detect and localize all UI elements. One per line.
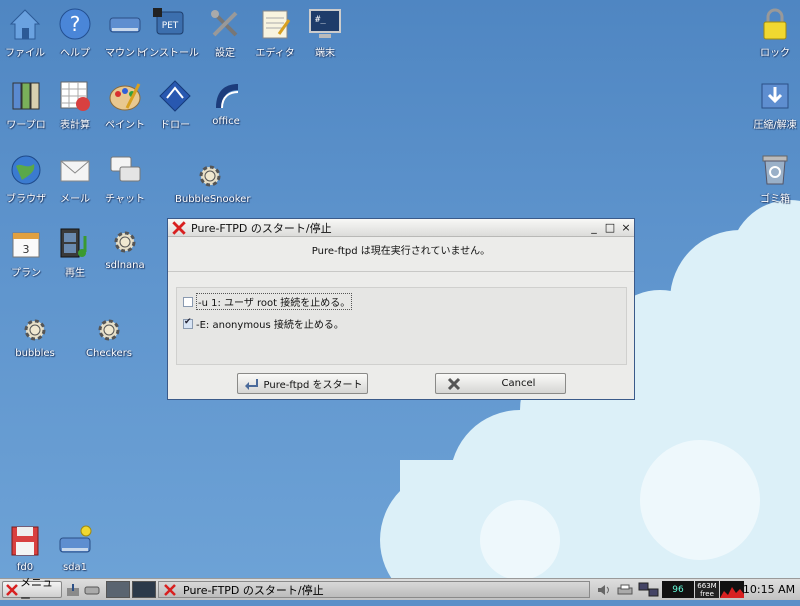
network-icon[interactable] xyxy=(638,581,660,598)
workspace-2[interactable] xyxy=(132,581,156,598)
lock-icon xyxy=(763,8,787,40)
help-icon: ? xyxy=(59,8,91,40)
gear-icon xyxy=(199,165,221,187)
svg-text:#_: #_ xyxy=(315,15,326,25)
desktop-icon-terminal[interactable]: #_ 端末 xyxy=(290,6,360,59)
draw-icon xyxy=(159,80,191,112)
usb-drive-icon xyxy=(59,525,92,553)
desktop-icon-checkers[interactable]: Checkers xyxy=(74,314,144,359)
taskbar: メニュー Pure-FTPD のスタート/停止 96 663M free 10:… xyxy=(0,576,800,605)
x-logo-icon xyxy=(164,583,176,596)
clock[interactable]: 10:15 AM xyxy=(742,581,796,598)
gear-icon xyxy=(114,231,136,253)
desktop-icon-trash[interactable]: ゴミ箱 xyxy=(740,152,800,205)
pet-icon: PET xyxy=(153,8,184,35)
pure-ftpd-dialog: Pure-FTPD のスタート/停止 _ □ × Pure-ftpd は現在実行… xyxy=(167,218,635,400)
cancel-x-icon xyxy=(447,377,460,390)
x-logo-icon xyxy=(172,220,186,235)
desktop-icon-label: Checkers xyxy=(86,348,132,359)
desktop-icon-archive[interactable]: 圧縮/解凍 xyxy=(740,78,800,131)
home-icon xyxy=(9,9,41,40)
desktop-icon-label: office xyxy=(212,116,240,127)
menu-button[interactable]: メニュー xyxy=(2,576,62,605)
cancel-label: Cancel xyxy=(501,378,536,389)
svg-text:PET: PET xyxy=(162,21,179,31)
notepad-icon xyxy=(262,10,291,39)
calendar-icon: 3 xyxy=(12,232,40,258)
dialog-titlebar[interactable]: Pure-FTPD のスタート/停止 _ □ × xyxy=(168,219,634,237)
desktop-icon-lock[interactable]: ロック xyxy=(740,6,800,59)
memory-monitor: 663M free xyxy=(695,581,719,598)
trash-icon xyxy=(762,155,788,185)
option-stop-root[interactable]: -u 1: ユーザ root 接続を止める。 xyxy=(183,293,353,310)
desktop-icon-label: BubbleSnooker xyxy=(175,194,251,205)
wordprocessor-icon xyxy=(12,82,40,110)
install-icon xyxy=(67,583,79,596)
option-label: -E: anonymous 接続を止める。 xyxy=(196,320,344,331)
cpu-monitor: 96 xyxy=(662,581,694,598)
svg-text:?: ? xyxy=(70,12,81,36)
workspace-1[interactable] xyxy=(106,581,130,598)
start-ftpd-label: Pure-ftpd をスタート xyxy=(263,380,363,391)
quicklaunch-drive[interactable] xyxy=(84,581,100,598)
task-pure-ftpd[interactable]: Pure-FTPD のスタート/停止 xyxy=(158,581,590,598)
drive-icon xyxy=(84,586,100,594)
checkbox-stop-anonymous[interactable] xyxy=(183,317,193,329)
cancel-button[interactable]: Cancel xyxy=(435,373,566,394)
chat-icon xyxy=(110,156,141,182)
memory-readout: 663M xyxy=(697,581,717,590)
quicklaunch-install[interactable] xyxy=(66,581,80,598)
arrow-back-icon xyxy=(244,378,258,390)
option-label: -u 1: ユーザ root 接続を止める。 xyxy=(196,293,353,310)
office-icon xyxy=(216,84,239,109)
volume-icon[interactable] xyxy=(596,581,612,598)
checkbox-stop-root[interactable] xyxy=(183,296,193,307)
mail-icon xyxy=(60,160,90,182)
task-title: Pure-FTPD のスタート/停止 xyxy=(183,583,324,597)
printer-icon[interactable] xyxy=(616,581,634,598)
desktop: ファイル ? ヘルプ マウント PET インストール 設定 エディタ #_ 端末… xyxy=(0,0,800,578)
desktop-icon-label: sdlnana xyxy=(105,260,145,271)
paint-icon xyxy=(109,83,141,111)
spreadsheet-icon xyxy=(60,81,90,111)
media-icon xyxy=(60,228,87,258)
x-logo-icon xyxy=(6,583,18,596)
desktop-icon-label: 圧縮/解凍 xyxy=(753,120,797,131)
option-stop-anonymous[interactable]: -E: anonymous 接続を止める。 xyxy=(183,316,344,331)
desktop-icon-label: ゴミ箱 xyxy=(760,194,790,205)
desktop-icon-bubblesnooker[interactable]: BubbleSnooker xyxy=(175,160,251,205)
desktop-icon-label: チャット xyxy=(105,194,145,205)
desktop-icon-sda1[interactable]: sda1 xyxy=(40,524,110,573)
desktop-icon-bubbles[interactable]: bubbles xyxy=(0,314,70,359)
gear-icon xyxy=(24,319,46,341)
floppy-icon xyxy=(11,526,39,556)
desktop-icon-label: sda1 xyxy=(62,562,88,573)
desktop-icon-chat[interactable]: チャット xyxy=(90,152,160,205)
svg-text:3: 3 xyxy=(23,243,30,256)
archive-icon xyxy=(761,83,789,109)
load-graph xyxy=(720,581,744,598)
desktop-icon-label: ロック xyxy=(760,48,790,59)
dialog-title: Pure-FTPD のスタート/停止 xyxy=(191,221,332,235)
cpu-readout: 96 xyxy=(672,584,684,595)
desktop-icon-label: 端末 xyxy=(315,48,335,59)
menu-label: メニュー xyxy=(20,575,54,605)
start-ftpd-button[interactable]: Pure-ftpd をスタート xyxy=(237,373,368,394)
gear-icon xyxy=(98,319,120,341)
desktop-icon-office[interactable]: office xyxy=(191,78,261,127)
memory-free-label: free xyxy=(700,589,714,598)
close-button[interactable]: × xyxy=(618,221,634,234)
status-message: Pure-ftpd は現在実行されていません。 xyxy=(168,242,634,272)
terminal-icon: #_ xyxy=(309,9,341,38)
desktop-icon-sdlnana[interactable]: sdlnana xyxy=(90,226,160,271)
minimize-button[interactable]: _ xyxy=(586,221,602,234)
maximize-button[interactable]: □ xyxy=(602,221,618,234)
globe-icon xyxy=(11,155,41,185)
options-frame: -u 1: ユーザ root 接続を止める。 -E: anonymous 接続を… xyxy=(176,287,627,365)
tools-icon xyxy=(211,10,238,37)
desktop-icon-label: bubbles xyxy=(15,348,55,359)
